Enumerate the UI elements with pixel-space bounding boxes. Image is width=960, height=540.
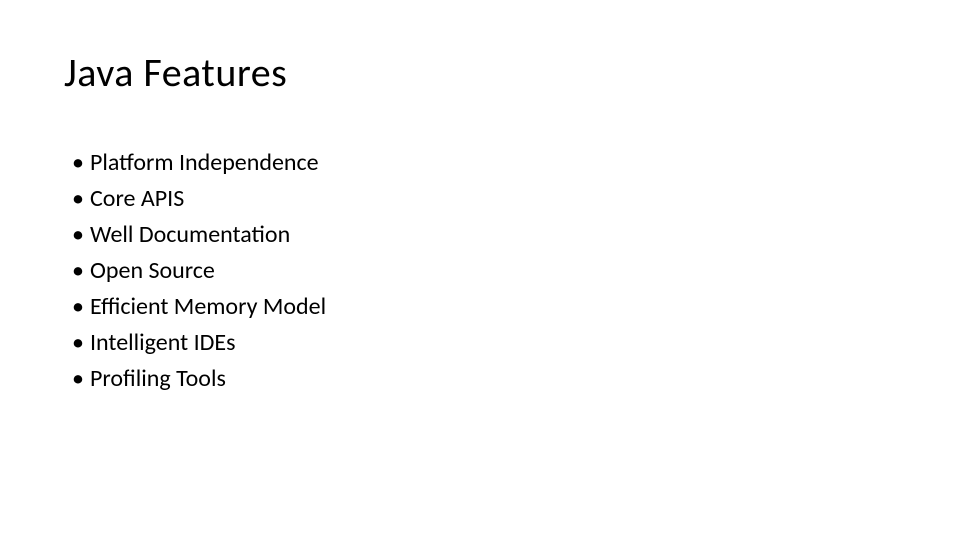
list-item: Core APIS [72, 181, 896, 217]
list-item: Profiling Tools [72, 361, 896, 397]
slide-title: Java Features [64, 48, 896, 97]
slide-container: Java Features Platform Independence Core… [0, 0, 960, 445]
bullet-list: Platform Independence Core APIS Well Doc… [64, 145, 896, 397]
list-item: Intelligent IDEs [72, 325, 896, 361]
list-item: Efficient Memory Model [72, 289, 896, 325]
list-item: Open Source [72, 253, 896, 289]
list-item: Platform Independence [72, 145, 896, 181]
list-item: Well Documentation [72, 217, 896, 253]
